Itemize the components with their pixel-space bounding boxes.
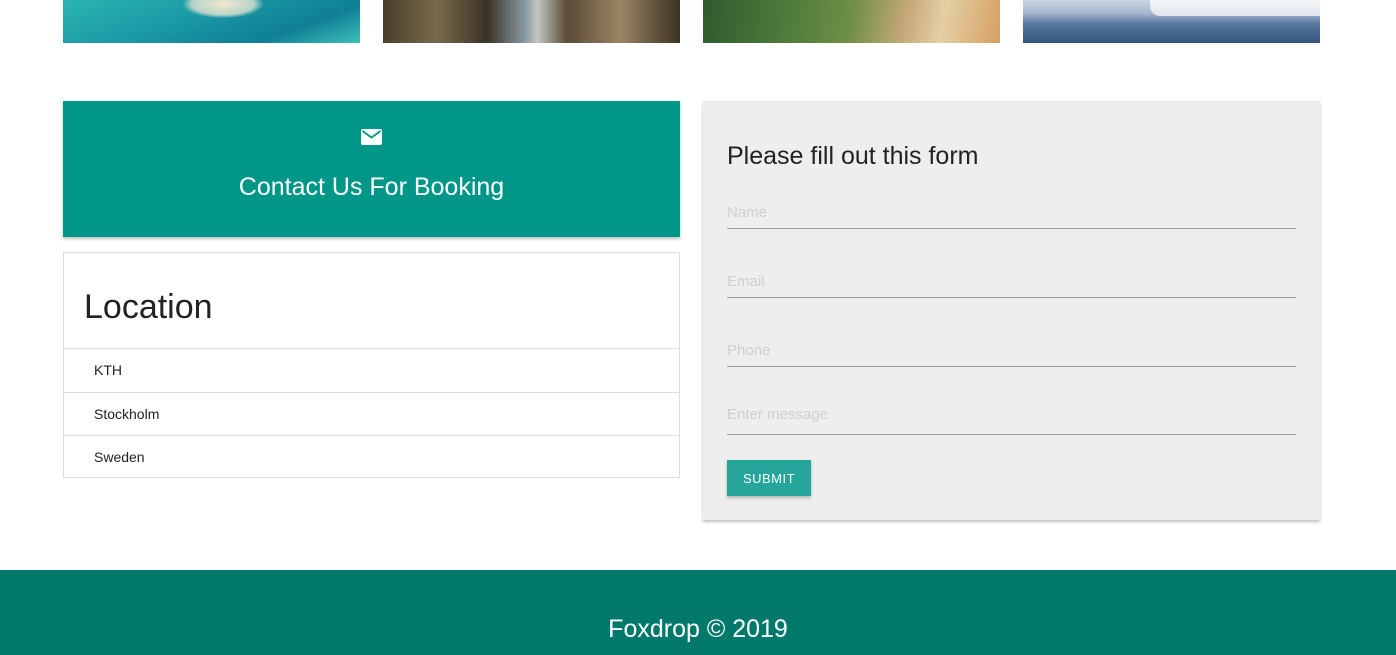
location-list: KTH Stockholm Sweden [64, 348, 679, 479]
phone-input[interactable] [727, 335, 1296, 367]
footer: Foxdrop © 2019 [0, 570, 1396, 655]
footer-copyright: Foxdrop © 2019 [608, 615, 788, 643]
form-title: Please fill out this form [727, 142, 979, 170]
gallery-photo-cliffs[interactable] [703, 0, 1000, 43]
name-input[interactable] [727, 197, 1296, 229]
location-item-sweden: Sweden [64, 435, 679, 479]
location-title: Location [84, 288, 213, 326]
mail-icon [361, 129, 382, 145]
message-input[interactable] [727, 403, 1296, 435]
submit-button[interactable]: SUBMIT [727, 460, 811, 496]
photo-gallery [63, 0, 1320, 43]
location-card: Location KTH Stockholm Sweden [63, 252, 680, 478]
contact-booking-card: Contact Us For Booking [63, 101, 680, 237]
gallery-photo-alley[interactable] [383, 0, 680, 43]
gallery-photo-ferry[interactable] [1023, 0, 1320, 43]
location-item-kth: KTH [64, 348, 679, 392]
contact-title: Contact Us For Booking [238, 173, 505, 201]
booking-form-card: Please fill out this form SUBMIT [703, 101, 1320, 520]
location-item-stockholm: Stockholm [64, 391, 679, 436]
email-input[interactable] [727, 266, 1296, 298]
gallery-photo-sea[interactable] [63, 0, 360, 43]
